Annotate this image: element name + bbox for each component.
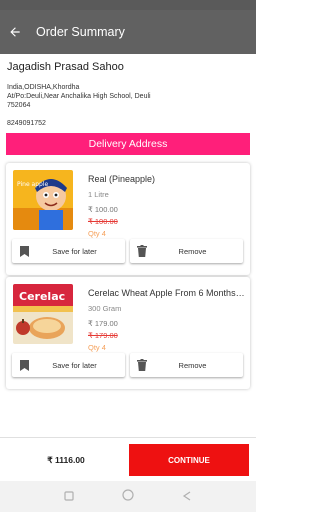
remove-label: Remove <box>178 246 207 256</box>
product-info: Real (Pineapple) 1 Litre ₹ 100.00 ₹ 100.… <box>88 174 246 238</box>
remove-button[interactable]: Remove <box>130 239 243 263</box>
product-qty: Qty 4 <box>88 229 106 238</box>
delivery-address-button[interactable]: Delivery Address <box>6 133 250 155</box>
save-for-later-label: Save for later <box>52 246 97 256</box>
remove-button[interactable]: Remove <box>130 353 243 377</box>
product-price: ₹ 100.00 <box>88 205 118 214</box>
shipping-address: Jagadish Prasad Sahoo India,ODISHA,Khord… <box>7 61 251 127</box>
cart-item-card: Pine apple Real (Pineapple) 1 Litre ₹ 10… <box>6 163 250 275</box>
phone-number: 8249091752 <box>7 120 46 127</box>
save-for-later-label: Save for later <box>52 360 97 370</box>
save-for-later-button[interactable]: Save for later <box>12 239 125 263</box>
address-line-1: India,ODISHA,Khordha <box>7 84 80 91</box>
cart-item-card: Cerelac Cerelac Wheat Apple From 6 Month… <box>6 277 250 389</box>
product-mrp: ₹ 100.00 <box>88 217 118 226</box>
customer-name: Jagadish Prasad Sahoo <box>7 61 124 73</box>
home-icon[interactable] <box>122 488 134 506</box>
address-line-3: 752064 <box>7 102 31 109</box>
address-lines: India,ODISHA,Khordha At/Po:Deuli,Near An… <box>7 83 251 110</box>
product-quantity: 1 Litre <box>88 190 109 199</box>
product-thumbnail: Cerelac <box>13 284 73 344</box>
product-quantity: 300 Gram <box>88 304 122 313</box>
svg-text:Pine apple: Pine apple <box>17 181 49 188</box>
remove-label: Remove <box>178 360 207 370</box>
bookmark-icon <box>12 245 36 257</box>
product-qty: Qty 4 <box>88 343 106 352</box>
continue-button[interactable]: CONTINUE <box>129 444 249 476</box>
status-bar <box>0 0 256 10</box>
back-nav-icon[interactable] <box>182 488 192 506</box>
product-name: Cerelac Wheat Apple From 6 Months (Stage… <box>88 288 246 298</box>
product-name: Real (Pineapple) <box>88 174 156 184</box>
page-title: Order Summary <box>36 25 125 39</box>
product-mrp: ₹ 179.00 <box>88 331 118 340</box>
bookmark-icon <box>12 359 36 371</box>
app-bar: Order Summary <box>0 10 256 54</box>
product-price: ₹ 179.00 <box>88 319 118 328</box>
recents-icon[interactable] <box>64 488 74 506</box>
save-for-later-button[interactable]: Save for later <box>12 353 125 377</box>
system-nav-bar <box>0 481 256 512</box>
product-thumbnail: Pine apple <box>13 170 73 230</box>
product-info: Cerelac Wheat Apple From 6 Months (Stage… <box>88 288 246 352</box>
checkout-bar: ₹ 1116.00 CONTINUE <box>0 437 256 481</box>
trash-icon <box>130 359 154 371</box>
order-total: ₹ 1116.00 <box>47 454 85 465</box>
trash-icon <box>130 245 154 257</box>
address-line-2: At/Po:Deuli,Near Anchalika High School, … <box>7 93 151 100</box>
arrow-back-icon[interactable] <box>0 10 30 54</box>
svg-text:Cerelac: Cerelac <box>19 290 65 303</box>
